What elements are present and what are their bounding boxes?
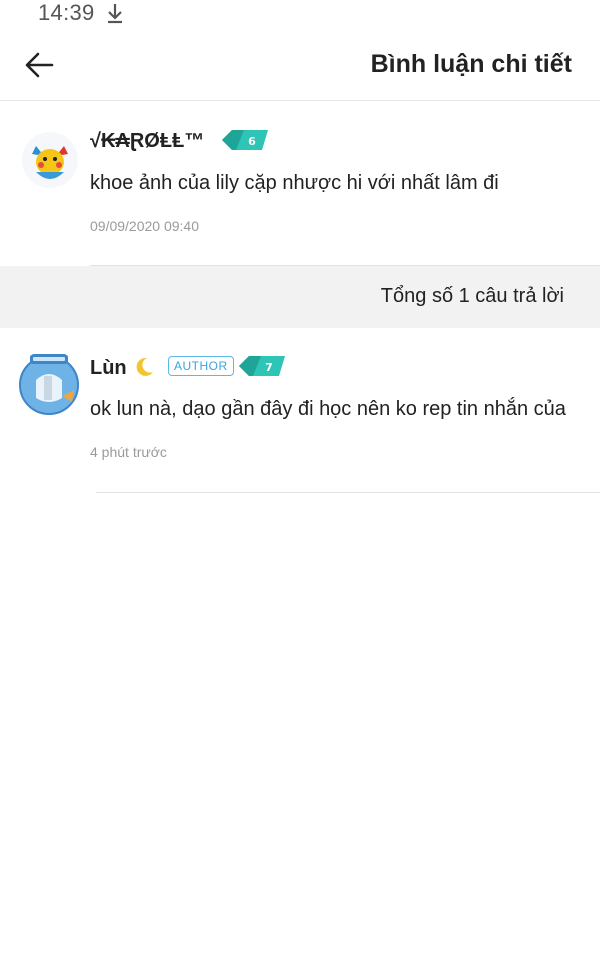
reply-count: Tổng số 1 câu trả lời	[380, 285, 564, 307]
status-bar: 14:39	[0, 0, 600, 28]
reply-comment: Lùn AUTHOR 7 ok lun nà, dạo gần đây đi h…	[0, 328, 600, 494]
page-title: Bình luận chi tiết	[370, 50, 572, 78]
comment-username[interactable]: √₭₳ⱤØⱠⱠ™	[90, 130, 204, 153]
level-number: 7	[265, 361, 273, 374]
user-avatar[interactable]	[22, 132, 78, 188]
main-comment: √₭₳ⱤØⱠⱠ™ 6 khoe ảnh của lily cặp nhược h…	[0, 102, 600, 266]
status-time: 14:39	[38, 0, 95, 25]
comment-text: khoe ảnh của lily cặp nhược hi với nhất …	[90, 172, 499, 194]
back-arrow-icon[interactable]	[20, 46, 58, 84]
download-icon	[108, 4, 122, 24]
comment-time: 09/09/2020 09:40	[90, 218, 199, 234]
divider	[96, 492, 600, 493]
level-badge: 6	[222, 130, 268, 150]
reply-username[interactable]: Lùn	[90, 356, 155, 380]
reply-time: 4 phút trước	[90, 444, 167, 460]
level-number: 6	[248, 135, 256, 148]
crescent-moon-icon	[136, 357, 154, 376]
reply-text: ok lun nà, dạo gần đây đi học nên ko rep…	[90, 398, 566, 420]
level-badge: 7	[239, 356, 285, 376]
user-avatar[interactable]	[16, 350, 82, 416]
top-app-bar: Bình luận chi tiết	[0, 30, 600, 101]
reply-count-bar: Tổng số 1 câu trả lời	[0, 266, 600, 328]
reply-username-text: Lùn	[90, 357, 127, 379]
author-badge: AUTHOR	[168, 356, 234, 376]
